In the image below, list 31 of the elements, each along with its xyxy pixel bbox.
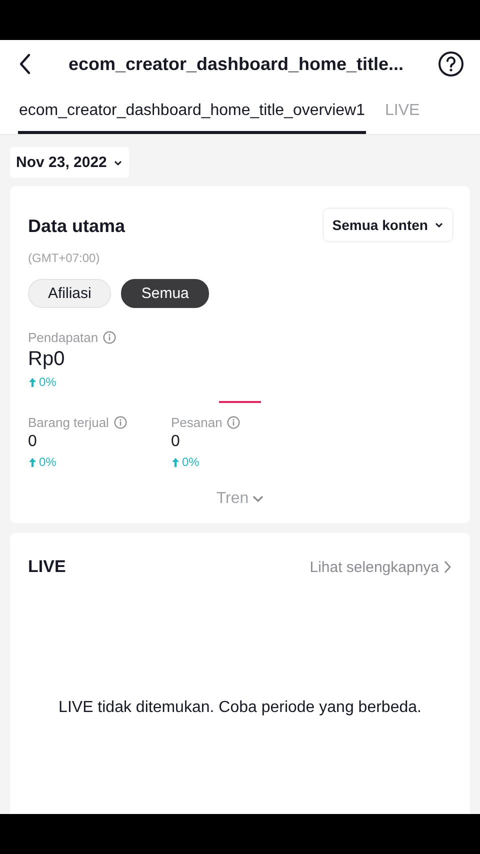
chevron-down-icon	[252, 493, 264, 505]
metric-label: Pesanan	[171, 415, 222, 430]
chevron-right-icon	[443, 560, 452, 574]
up-arrow-icon	[28, 376, 37, 388]
timezone-label: (GMT+07:00)	[28, 251, 101, 265]
change-percent: 0%	[182, 455, 200, 469]
info-icon	[114, 416, 127, 429]
info-icon	[103, 331, 116, 344]
up-arrow-icon	[28, 456, 37, 468]
filter-chip[interactable]: Afiliasi	[28, 279, 112, 308]
caret-icon	[434, 220, 444, 230]
change-percent: 0%	[39, 375, 56, 389]
metric-value: Rp0	[28, 348, 66, 371]
help-icon	[438, 51, 464, 77]
metric-value: 0	[28, 433, 38, 451]
metric-label: Barang terjual	[28, 415, 109, 430]
filter-chip[interactable]: Semua	[121, 279, 209, 308]
tab[interactable]: ecom_creator_dashboard_home_title_overview1	[18, 88, 366, 134]
page-title: ecom_creator_dashboard_home_title...	[67, 54, 405, 74]
help-button[interactable]	[438, 51, 464, 77]
info-icon	[227, 416, 240, 429]
empty-message: LIVE tidak ditemukan. Coba periode yang berbeda.	[58, 699, 422, 717]
page-indicator	[219, 401, 261, 403]
card-title: Data utama	[28, 216, 126, 237]
up-arrow-icon	[171, 456, 180, 468]
metric-value: 0	[171, 433, 181, 451]
date-picker[interactable]: Nov 23, 2022	[10, 147, 129, 178]
change-percent: 0%	[39, 455, 56, 469]
metric-label: Pendapatan	[28, 330, 98, 345]
section-title: LIVE	[28, 557, 66, 577]
content-filter-dropdown[interactable]: Semua konten	[324, 209, 452, 241]
